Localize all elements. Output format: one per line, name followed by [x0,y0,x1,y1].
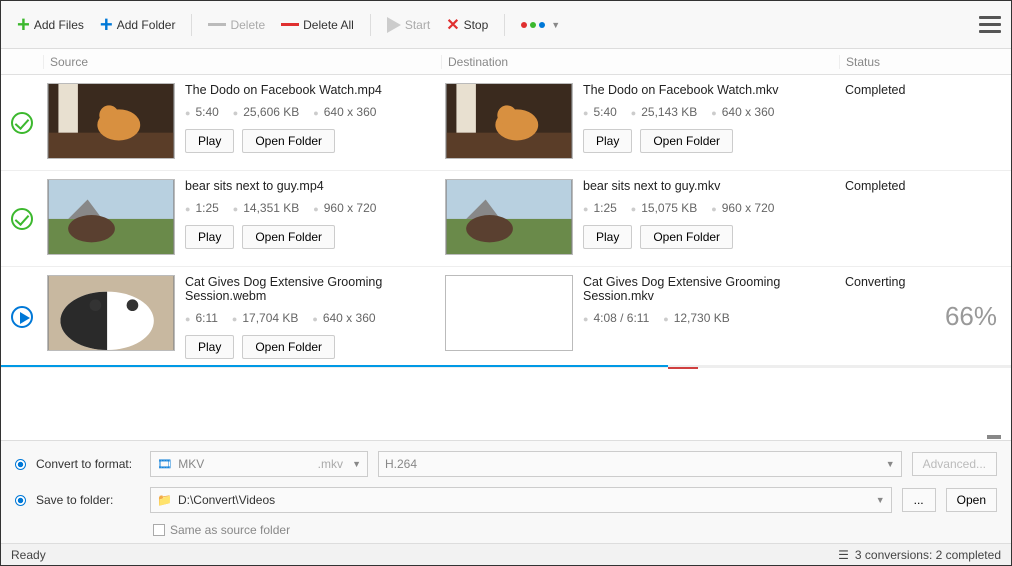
save-radio[interactable] [15,495,26,506]
open-folder-button[interactable]: Open Folder [242,335,335,359]
header-status: Status [839,55,1011,69]
conversion-list: The Dodo on Facebook Watch.mp4 5:4025,60… [1,75,1011,368]
play-button[interactable]: Play [583,225,632,249]
dest-thumbnail [445,179,573,255]
dest-filename: The Dodo on Facebook Watch.mkv [583,83,835,97]
delete-all-button[interactable]: Delete All [275,13,360,37]
header-source: Source [43,55,441,69]
plus-icon: + [100,14,113,36]
same-folder-label: Same as source folder [170,523,290,537]
play-button[interactable]: Play [185,129,234,153]
list-item[interactable]: bear sits next to guy.mp4 1:2514,351 KB9… [1,171,1011,267]
source-thumbnail [47,275,175,351]
dest-filename: Cat Gives Dog Extensive Grooming Session… [583,275,835,303]
stop-button[interactable]: ✕ Stop [440,10,494,40]
status-text: Converting [845,275,1005,289]
column-headers: Source Destination Status [1,49,1011,75]
chevron-down-icon: ▼ [886,459,895,469]
start-button[interactable]: Start [381,12,436,38]
source-thumbnail [47,83,175,159]
add-folder-label: Add Folder [117,18,176,32]
collapse-handle[interactable] [987,435,1001,439]
delete-button[interactable]: Delete [202,13,271,37]
play-button[interactable]: Play [583,129,632,153]
open-folder-button[interactable]: Open Folder [242,225,335,249]
open-button[interactable]: Open [946,488,997,512]
dest-filename: bear sits next to guy.mkv [583,179,835,193]
dots-icon [521,22,545,28]
source-thumbnail [47,179,175,255]
folder-icon: 📁 [157,493,172,507]
source-filename: The Dodo on Facebook Watch.mp4 [185,83,437,97]
divider [504,14,505,36]
convert-radio[interactable] [15,459,26,470]
list-icon: ☰ [838,548,849,562]
statusbar: Ready ☰ 3 conversions: 2 completed [1,543,1011,565]
source-filename: bear sits next to guy.mp4 [185,179,437,193]
minus-icon [281,23,299,26]
film-icon: 🎞 [157,457,172,471]
percent-text: 66% [845,301,1005,332]
x-icon: ✕ [446,15,459,35]
dest-thumbnail [445,83,573,159]
open-folder-button[interactable]: Open Folder [242,129,335,153]
convert-label: Convert to format: [36,457,140,471]
delete-all-label: Delete All [303,18,354,32]
check-icon [11,112,33,134]
status-right: 3 conversions: 2 completed [855,548,1001,562]
save-label: Save to folder: [36,493,140,507]
chevron-down-icon: ▼ [876,495,885,505]
hamburger-menu-button[interactable] [979,12,1001,37]
dest-thumbnail [445,275,573,351]
status-left: Ready [11,548,46,562]
add-files-label: Add Files [34,18,84,32]
same-folder-checkbox[interactable] [153,524,165,536]
divider [370,14,371,36]
progress-bar [1,365,1011,367]
add-folder-button[interactable]: + Add Folder [94,9,182,41]
open-folder-button[interactable]: Open Folder [640,225,733,249]
minus-icon [208,23,226,26]
toolbar: + Add Files + Add Folder Delete Delete A… [1,1,1011,49]
stop-label: Stop [464,18,489,32]
play-icon [387,17,401,33]
delete-label: Delete [230,18,265,32]
codec-combo[interactable]: H.264 ▼ [378,451,902,477]
add-files-button[interactable]: + Add Files [11,9,90,41]
browse-button[interactable]: ... [902,488,936,512]
chevron-down-icon: ▼ [352,459,361,469]
play-button[interactable]: Play [185,225,234,249]
list-item[interactable]: The Dodo on Facebook Watch.mp4 5:4025,60… [1,75,1011,171]
divider [191,14,192,36]
list-item[interactable]: Cat Gives Dog Extensive Grooming Session… [1,267,1011,368]
status-text: Completed [845,179,1005,193]
status-text: Completed [845,83,1005,97]
path-combo[interactable]: 📁 D:\Convert\Videos ▼ [150,487,892,513]
plus-icon: + [17,14,30,36]
play-button[interactable]: Play [185,335,234,359]
open-folder-button[interactable]: Open Folder [640,129,733,153]
advanced-button[interactable]: Advanced... [912,452,997,476]
extra-menu-button[interactable]: ▼ [515,15,566,35]
bottom-panel: Convert to format: 🎞 MKV .mkv ▼ H.264 ▼ … [1,440,1011,543]
header-destination: Destination [441,55,839,69]
chevron-down-icon: ▼ [551,20,560,30]
converting-icon [11,306,33,328]
format-combo[interactable]: 🎞 MKV .mkv ▼ [150,451,368,477]
start-label: Start [405,18,430,32]
check-icon [11,208,33,230]
source-filename: Cat Gives Dog Extensive Grooming Session… [185,275,437,303]
